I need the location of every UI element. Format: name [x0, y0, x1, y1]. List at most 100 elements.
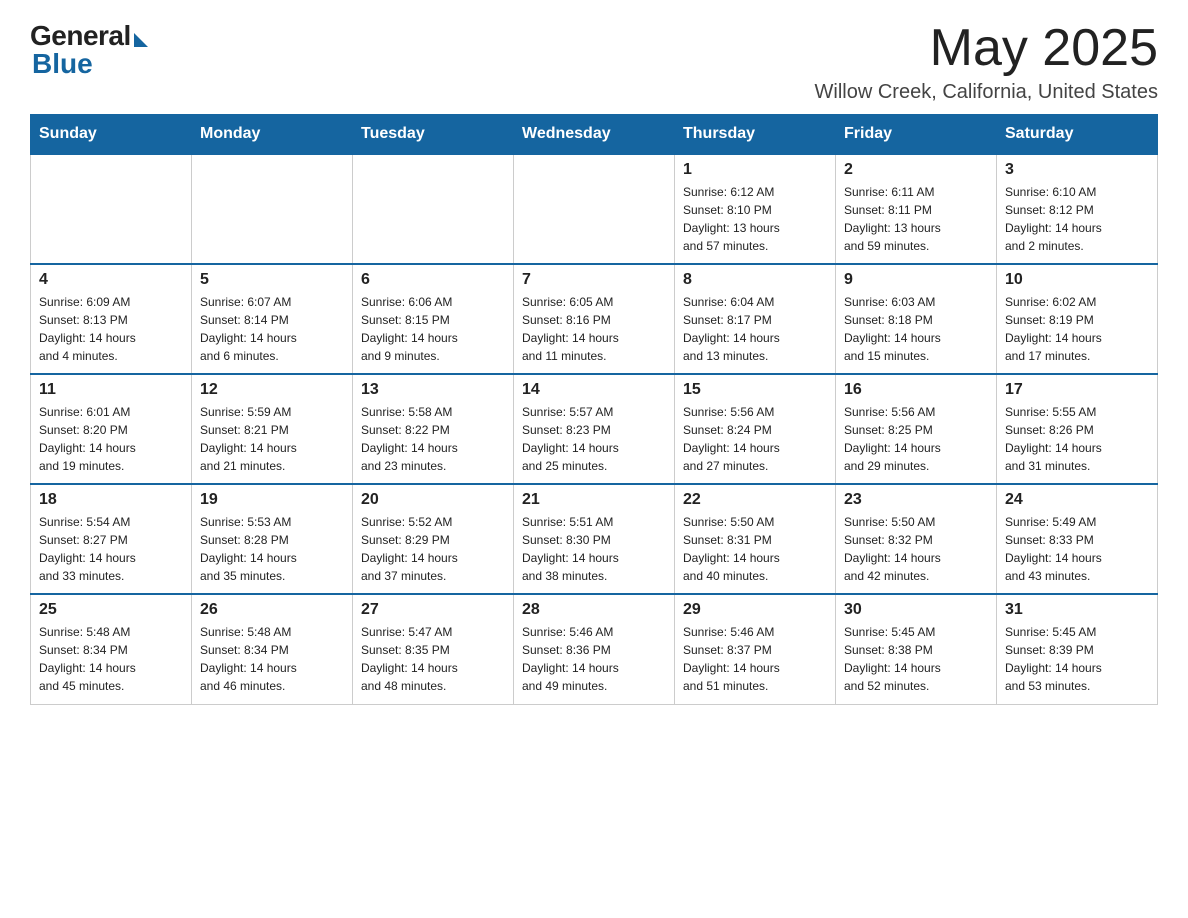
day-number: 26 [200, 601, 344, 619]
day-info: Sunrise: 6:12 AMSunset: 8:10 PMDaylight:… [683, 183, 827, 255]
day-info: Sunrise: 5:54 AMSunset: 8:27 PMDaylight:… [39, 513, 183, 585]
calendar-cell [31, 154, 192, 264]
calendar-cell: 30 Sunrise: 5:45 AMSunset: 8:38 PMDayligh… [836, 594, 997, 704]
day-number: 17 [1005, 381, 1149, 399]
calendar-cell: 10 Sunrise: 6:02 AMSunset: 8:19 PMDayligh… [997, 264, 1158, 374]
calendar-cell: 25 Sunrise: 5:48 AMSunset: 8:34 PMDayligh… [31, 594, 192, 704]
calendar-cell: 20 Sunrise: 5:52 AMSunset: 8:29 PMDayligh… [353, 484, 514, 594]
calendar-cell: 31 Sunrise: 5:45 AMSunset: 8:39 PMDayligh… [997, 594, 1158, 704]
calendar-cell: 11 Sunrise: 6:01 AMSunset: 8:20 PMDayligh… [31, 374, 192, 484]
location-subtitle: Willow Creek, California, United States [815, 81, 1158, 104]
day-number: 9 [844, 271, 988, 289]
day-info: Sunrise: 5:45 AMSunset: 8:39 PMDaylight:… [1005, 623, 1149, 695]
calendar-table: SundayMondayTuesdayWednesdayThursdayFrid… [30, 114, 1158, 705]
page-header: General Blue May 2025 Willow Creek, Cali… [30, 20, 1158, 104]
calendar-week-row: 4 Sunrise: 6:09 AMSunset: 8:13 PMDaylight… [31, 264, 1158, 374]
calendar-cell [353, 154, 514, 264]
logo: General Blue [30, 20, 148, 80]
column-header-friday: Friday [836, 115, 997, 155]
calendar-week-row: 18 Sunrise: 5:54 AMSunset: 8:27 PMDayligh… [31, 484, 1158, 594]
day-info: Sunrise: 5:46 AMSunset: 8:37 PMDaylight:… [683, 623, 827, 695]
day-number: 14 [522, 381, 666, 399]
column-header-monday: Monday [192, 115, 353, 155]
day-number: 30 [844, 601, 988, 619]
day-number: 10 [1005, 271, 1149, 289]
day-info: Sunrise: 5:48 AMSunset: 8:34 PMDaylight:… [200, 623, 344, 695]
calendar-cell [192, 154, 353, 264]
calendar-cell: 8 Sunrise: 6:04 AMSunset: 8:17 PMDaylight… [675, 264, 836, 374]
day-number: 27 [361, 601, 505, 619]
day-number: 16 [844, 381, 988, 399]
day-info: Sunrise: 5:58 AMSunset: 8:22 PMDaylight:… [361, 403, 505, 475]
calendar-cell: 18 Sunrise: 5:54 AMSunset: 8:27 PMDayligh… [31, 484, 192, 594]
day-info: Sunrise: 6:11 AMSunset: 8:11 PMDaylight:… [844, 183, 988, 255]
day-number: 7 [522, 271, 666, 289]
day-info: Sunrise: 5:47 AMSunset: 8:35 PMDaylight:… [361, 623, 505, 695]
day-info: Sunrise: 6:01 AMSunset: 8:20 PMDaylight:… [39, 403, 183, 475]
day-number: 20 [361, 491, 505, 509]
day-number: 25 [39, 601, 183, 619]
calendar-cell: 14Sunrise: 5:57 AMSunset: 8:23 PMDayligh… [514, 374, 675, 484]
day-number: 23 [844, 491, 988, 509]
day-number: 5 [200, 271, 344, 289]
day-number: 8 [683, 271, 827, 289]
calendar-cell: 22 Sunrise: 5:50 AMSunset: 8:31 PMDayligh… [675, 484, 836, 594]
calendar-cell: 9 Sunrise: 6:03 AMSunset: 8:18 PMDaylight… [836, 264, 997, 374]
day-number: 24 [1005, 491, 1149, 509]
title-block: May 2025 Willow Creek, California, Unite… [815, 20, 1158, 104]
calendar-cell: 7 Sunrise: 6:05 AMSunset: 8:16 PMDaylight… [514, 264, 675, 374]
day-number: 29 [683, 601, 827, 619]
day-info: Sunrise: 6:02 AMSunset: 8:19 PMDaylight:… [1005, 293, 1149, 365]
calendar-week-row: 25 Sunrise: 5:48 AMSunset: 8:34 PMDayligh… [31, 594, 1158, 704]
logo-triangle-icon [134, 33, 148, 47]
day-info: Sunrise: 5:55 AMSunset: 8:26 PMDaylight:… [1005, 403, 1149, 475]
day-info: Sunrise: 5:48 AMSunset: 8:34 PMDaylight:… [39, 623, 183, 695]
day-info: Sunrise: 5:49 AMSunset: 8:33 PMDaylight:… [1005, 513, 1149, 585]
calendar-week-row: 1 Sunrise: 6:12 AMSunset: 8:10 PMDaylight… [31, 154, 1158, 264]
day-number: 31 [1005, 601, 1149, 619]
calendar-cell: 29 Sunrise: 5:46 AMSunset: 8:37 PMDayligh… [675, 594, 836, 704]
calendar-cell: 19Sunrise: 5:53 AMSunset: 8:28 PMDayligh… [192, 484, 353, 594]
day-number: 13 [361, 381, 505, 399]
day-number: 19 [200, 491, 344, 509]
day-info: Sunrise: 6:09 AMSunset: 8:13 PMDaylight:… [39, 293, 183, 365]
day-info: Sunrise: 5:52 AMSunset: 8:29 PMDaylight:… [361, 513, 505, 585]
calendar-cell: 6 Sunrise: 6:06 AMSunset: 8:15 PMDaylight… [353, 264, 514, 374]
day-info: Sunrise: 6:06 AMSunset: 8:15 PMDaylight:… [361, 293, 505, 365]
calendar-cell: 23 Sunrise: 5:50 AMSunset: 8:32 PMDayligh… [836, 484, 997, 594]
calendar-cell: 1 Sunrise: 6:12 AMSunset: 8:10 PMDaylight… [675, 154, 836, 264]
day-info: Sunrise: 5:56 AMSunset: 8:25 PMDaylight:… [844, 403, 988, 475]
day-number: 1 [683, 161, 827, 179]
day-info: Sunrise: 5:50 AMSunset: 8:32 PMDaylight:… [844, 513, 988, 585]
day-info: Sunrise: 6:07 AMSunset: 8:14 PMDaylight:… [200, 293, 344, 365]
column-header-saturday: Saturday [997, 115, 1158, 155]
day-info: Sunrise: 6:03 AMSunset: 8:18 PMDaylight:… [844, 293, 988, 365]
calendar-cell: 17 Sunrise: 5:55 AMSunset: 8:26 PMDayligh… [997, 374, 1158, 484]
day-number: 22 [683, 491, 827, 509]
day-info: Sunrise: 5:56 AMSunset: 8:24 PMDaylight:… [683, 403, 827, 475]
day-info: Sunrise: 5:46 AMSunset: 8:36 PMDaylight:… [522, 623, 666, 695]
calendar-cell: 13 Sunrise: 5:58 AMSunset: 8:22 PMDayligh… [353, 374, 514, 484]
month-year-title: May 2025 [815, 20, 1158, 77]
calendar-cell: 3Sunrise: 6:10 AMSunset: 8:12 PMDaylight… [997, 154, 1158, 264]
day-info: Sunrise: 6:04 AMSunset: 8:17 PMDaylight:… [683, 293, 827, 365]
calendar-cell [514, 154, 675, 264]
calendar-cell: 15Sunrise: 5:56 AMSunset: 8:24 PMDayligh… [675, 374, 836, 484]
calendar-cell: 16 Sunrise: 5:56 AMSunset: 8:25 PMDayligh… [836, 374, 997, 484]
day-number: 11 [39, 381, 183, 399]
day-info: Sunrise: 5:50 AMSunset: 8:31 PMDaylight:… [683, 513, 827, 585]
day-info: Sunrise: 6:05 AMSunset: 8:16 PMDaylight:… [522, 293, 666, 365]
day-number: 18 [39, 491, 183, 509]
day-number: 12 [200, 381, 344, 399]
day-number: 4 [39, 271, 183, 289]
day-info: Sunrise: 5:45 AMSunset: 8:38 PMDaylight:… [844, 623, 988, 695]
day-number: 2 [844, 161, 988, 179]
column-header-wednesday: Wednesday [514, 115, 675, 155]
calendar-cell: 28Sunrise: 5:46 AMSunset: 8:36 PMDayligh… [514, 594, 675, 704]
calendar-header-row: SundayMondayTuesdayWednesdayThursdayFrid… [31, 115, 1158, 155]
logo-blue-text: Blue [32, 48, 93, 80]
calendar-cell: 4 Sunrise: 6:09 AMSunset: 8:13 PMDaylight… [31, 264, 192, 374]
calendar-cell: 2 Sunrise: 6:11 AMSunset: 8:11 PMDaylight… [836, 154, 997, 264]
day-number: 6 [361, 271, 505, 289]
column-header-thursday: Thursday [675, 115, 836, 155]
